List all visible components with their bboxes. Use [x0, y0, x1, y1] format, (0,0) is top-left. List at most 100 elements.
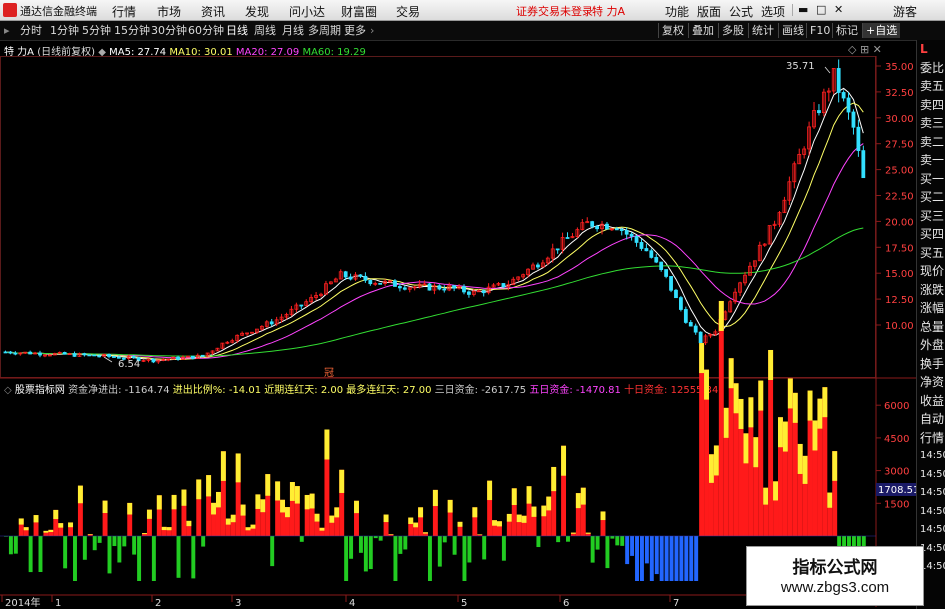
- outflow-bar: [398, 536, 403, 554]
- more-chevron-icon[interactable]: ›: [370, 23, 374, 38]
- period-intraday[interactable]: 分时: [20, 23, 42, 38]
- quote-panel-item[interactable]: 委比: [920, 61, 944, 75]
- inflow-cap: [33, 515, 39, 523]
- outflow-bar: [590, 536, 595, 563]
- multi-stock-button[interactable]: 多股: [718, 23, 747, 38]
- candle-body: [629, 233, 634, 237]
- close-icon[interactable]: ✕: [834, 3, 843, 16]
- period-1min[interactable]: 1分钟: [50, 23, 79, 38]
- quote-panel-item[interactable]: 涨幅: [920, 301, 944, 315]
- period-5min[interactable]: 5分钟: [82, 23, 111, 38]
- chart-canvas[interactable]: 35.00 32.50 30.00 27.50 25.00 22.50 20.00 17.50…: [0, 40, 916, 609]
- menu-item-function[interactable]: 功能: [665, 3, 689, 20]
- inflow-bar: [718, 300, 724, 536]
- outflow-bar: [467, 536, 472, 563]
- quote-panel-item[interactable]: 买五: [920, 246, 944, 260]
- quote-panel-item[interactable]: 卖五: [920, 79, 944, 93]
- price-tick-label: 25.00: [885, 166, 914, 177]
- quote-panel-item[interactable]: 买四: [920, 227, 944, 241]
- menu-item-market[interactable]: 市场: [157, 3, 181, 20]
- event-marker[interactable]: 冠: [324, 367, 334, 379]
- outflow-bar: [452, 536, 457, 555]
- overlay-button[interactable]: 叠加: [688, 23, 717, 38]
- menu-item-news[interactable]: 资讯: [201, 3, 225, 20]
- candle-body: [644, 248, 649, 252]
- period-weekly[interactable]: 周线: [254, 23, 276, 38]
- outflow-bar: [462, 536, 467, 581]
- candle-body: [467, 291, 471, 295]
- quote-panel-item[interactable]: 外盘: [920, 338, 944, 352]
- outflow-bar: [482, 536, 487, 560]
- menu-item-wealth[interactable]: 财富圈: [341, 3, 377, 20]
- inflow-cap: [220, 451, 226, 481]
- minimize-icon[interactable]: ▬: [798, 3, 808, 16]
- period-monthly[interactable]: 月线: [282, 23, 304, 38]
- f10-button[interactable]: F10: [806, 23, 833, 38]
- inflow-cap: [48, 529, 54, 533]
- quote-panel-item[interactable]: 自动: [920, 412, 944, 426]
- add-watchlist-button[interactable]: +自选: [862, 23, 901, 38]
- login-status[interactable]: 证券交易未登录: [516, 3, 593, 19]
- inflow-cap: [275, 481, 281, 501]
- outflow-bar: [664, 536, 669, 581]
- quote-panel-item[interactable]: 净资: [920, 375, 944, 389]
- menu-item-discover[interactable]: 发现: [245, 3, 269, 20]
- period-daily[interactable]: 日线: [226, 23, 248, 38]
- inflow-cap: [704, 369, 709, 400]
- period-30min[interactable]: 30分钟: [151, 23, 187, 38]
- period-multi[interactable]: 多周期: [308, 23, 341, 38]
- statistics-button[interactable]: 统计: [748, 23, 777, 38]
- quote-panel-item[interactable]: 总量: [920, 320, 944, 334]
- quote-panel-item[interactable]: 14:50: [920, 505, 945, 519]
- quote-panel-item[interactable]: 14:50: [920, 523, 945, 537]
- date-tick-label: 6: [563, 598, 569, 609]
- outflow-bar: [610, 536, 615, 539]
- price-tick-label: 30.00: [885, 114, 914, 125]
- candle-body: [112, 356, 116, 358]
- period-60min[interactable]: 60分钟: [188, 23, 224, 38]
- inflow-cap: [280, 499, 286, 513]
- menu-item-formula[interactable]: 公式: [729, 3, 753, 20]
- inflow-cap: [77, 485, 83, 504]
- inflow-cap: [477, 534, 483, 535]
- quote-panel-item[interactable]: L: [920, 42, 928, 56]
- quote-panel-item[interactable]: 行情: [920, 431, 944, 445]
- period-15min[interactable]: 15分钟: [114, 23, 150, 38]
- period-more[interactable]: 更多: [344, 23, 366, 38]
- quote-panel-item[interactable]: 14:50: [920, 449, 945, 463]
- quote-panel-item[interactable]: 卖一: [920, 153, 944, 167]
- quote-panel-item[interactable]: 收益: [920, 394, 944, 408]
- candle-body: [624, 230, 629, 235]
- toolbar-arrow-icon[interactable]: ▸: [4, 23, 10, 38]
- quote-panel-item[interactable]: 卖四: [920, 98, 944, 112]
- quote-panel-item[interactable]: 现价: [920, 264, 944, 278]
- mark-button[interactable]: 标记: [832, 23, 861, 38]
- inflow-cap: [388, 534, 394, 535]
- menu-item-layout[interactable]: 版面: [697, 3, 721, 20]
- candle-body: [481, 290, 486, 294]
- inflow-cap: [733, 383, 739, 414]
- quote-panel-item[interactable]: 14:50: [920, 468, 945, 482]
- quote-panel-item[interactable]: 卖二: [920, 135, 944, 149]
- quote-panel-item[interactable]: 涨跌: [920, 283, 944, 297]
- adjust-button[interactable]: 复权: [658, 23, 687, 38]
- menu-item-quotes[interactable]: 行情: [112, 3, 136, 20]
- candle-body: [649, 250, 654, 258]
- quote-panel-item[interactable]: 买一: [920, 172, 944, 186]
- quote-panel-item[interactable]: 卖三: [920, 116, 944, 130]
- watermark-title: 指标公式网: [792, 558, 878, 578]
- draw-line-button[interactable]: 画线: [778, 23, 807, 38]
- outflow-bar: [644, 536, 649, 564]
- window-stock-title: 特 力A: [592, 5, 626, 18]
- guest-label[interactable]: 游客: [893, 3, 917, 20]
- menu-item-trade[interactable]: 交易: [396, 3, 420, 20]
- quote-panel-item[interactable]: 买三: [920, 209, 944, 223]
- quote-panel-item[interactable]: 换手: [920, 357, 944, 371]
- menu-item-options[interactable]: 选项: [761, 3, 785, 20]
- maximize-icon[interactable]: □: [816, 3, 826, 16]
- outflow-bar: [393, 536, 398, 581]
- menu-item-ask[interactable]: 问小达: [289, 3, 325, 20]
- quote-panel-item[interactable]: 14:50: [920, 486, 945, 500]
- inflow-cap: [497, 521, 502, 527]
- quote-panel-item[interactable]: 买二: [920, 190, 944, 204]
